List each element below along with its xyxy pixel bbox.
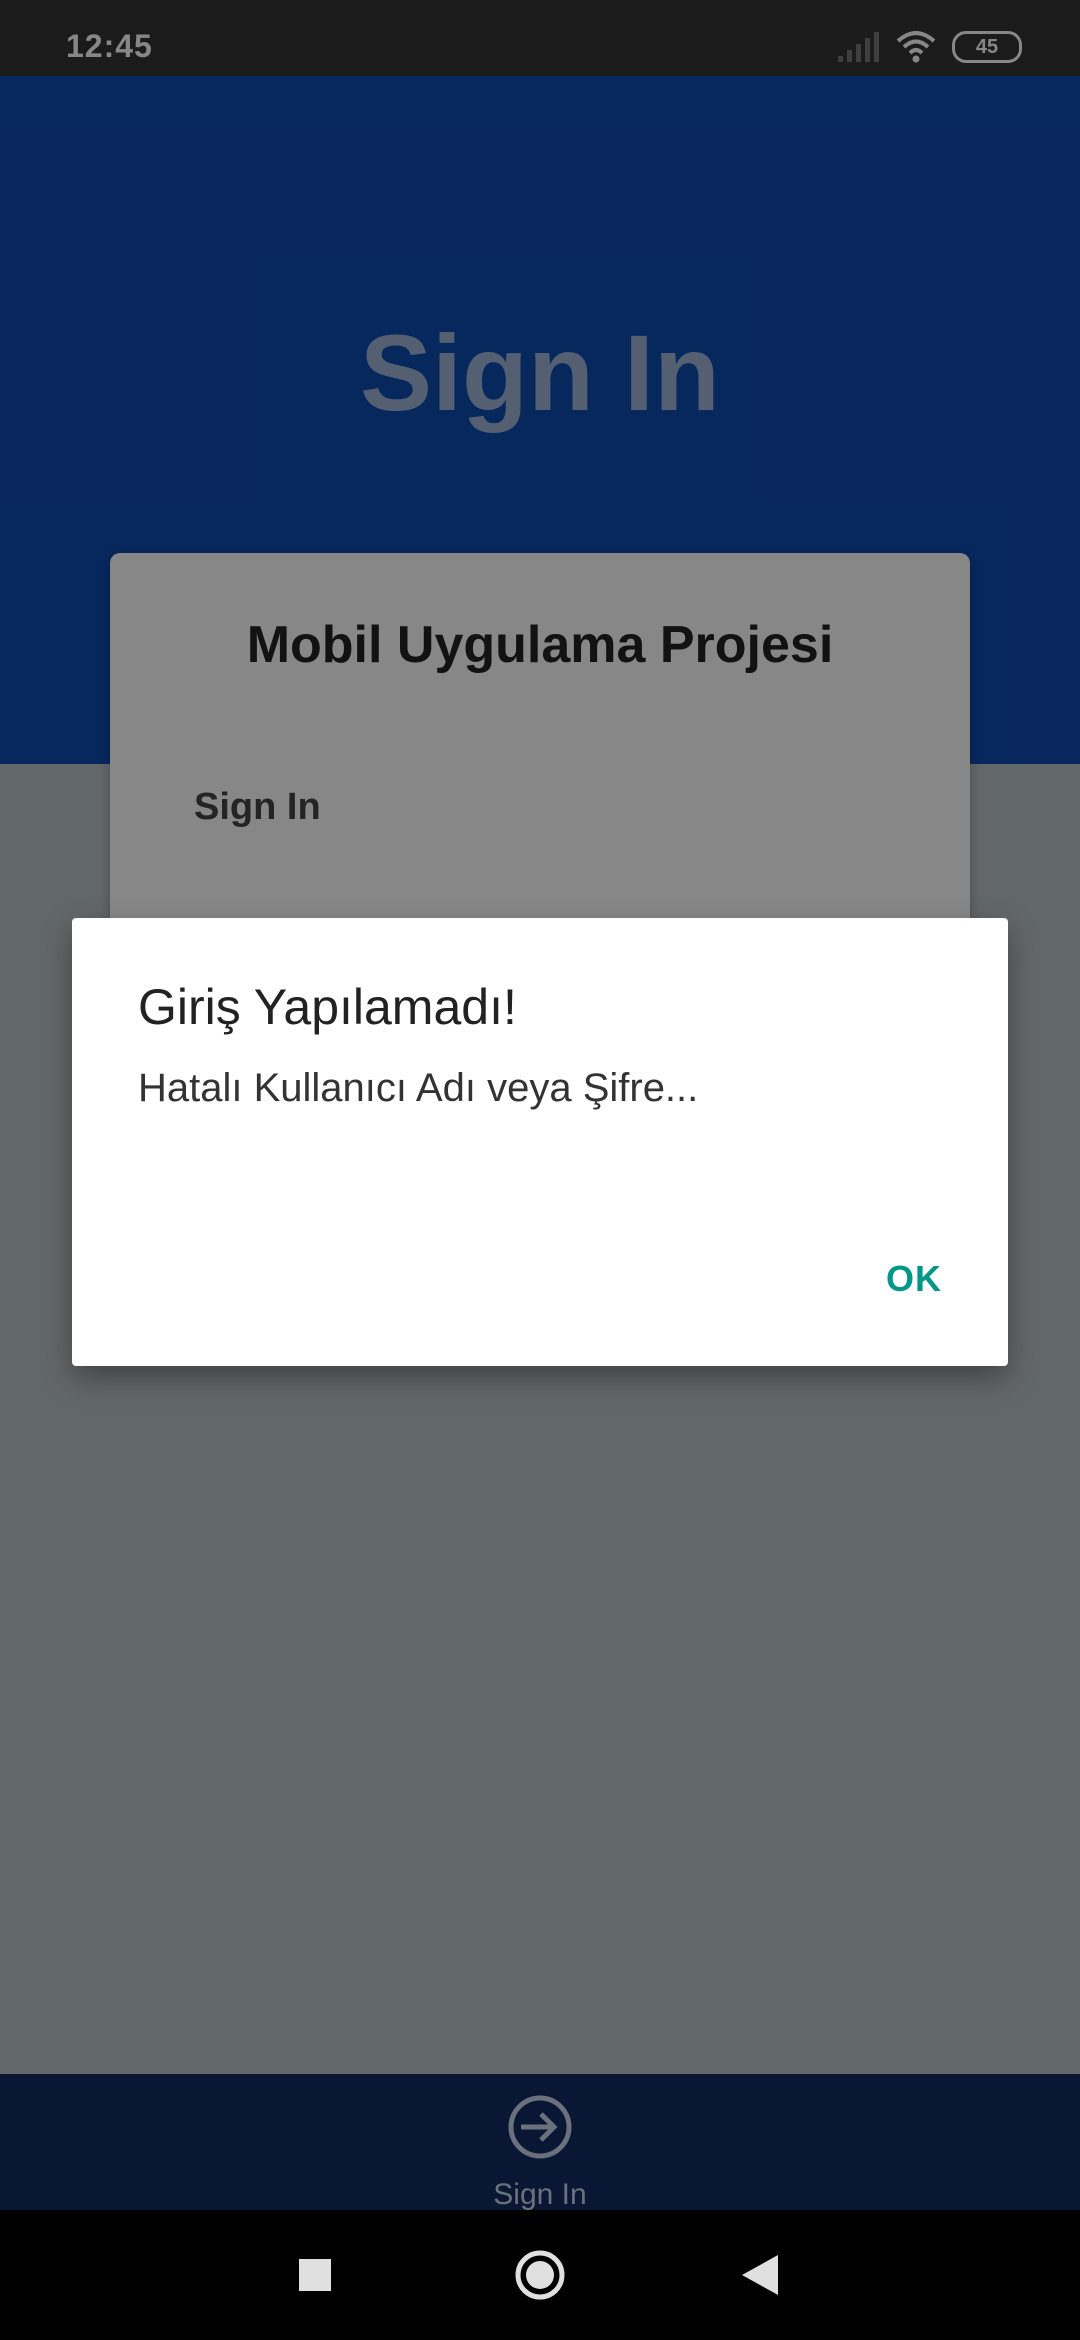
recents-icon — [299, 2259, 331, 2291]
recents-button[interactable] — [255, 2210, 375, 2340]
home-button[interactable] — [480, 2210, 600, 2340]
home-icon — [515, 2250, 565, 2300]
back-button[interactable] — [700, 2210, 820, 2340]
error-dialog: Giriş Yapılamadı! Hatalı Kullanıcı Adı v… — [72, 918, 1008, 1366]
system-navigation-bar — [0, 2210, 1080, 2340]
dialog-title: Giriş Yapılamadı! — [138, 979, 517, 1035]
ok-button[interactable]: OK — [886, 1258, 942, 1300]
back-icon — [742, 2255, 778, 2295]
dialog-message: Hatalı Kullanıcı Adı veya Şifre... — [138, 1066, 699, 1110]
